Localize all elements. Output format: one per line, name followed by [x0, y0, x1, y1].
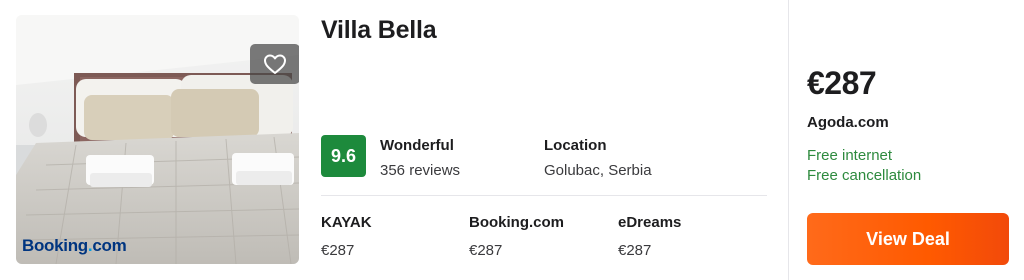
view-deal-button[interactable]: View Deal: [807, 213, 1009, 265]
provider-price[interactable]: €287: [321, 242, 354, 259]
provider-price[interactable]: €287: [469, 242, 502, 259]
amenity-free-internet: Free internet: [807, 147, 893, 164]
divider: [321, 195, 767, 196]
provider-name[interactable]: Booking.com: [469, 214, 564, 231]
provider-name[interactable]: KAYAK: [321, 214, 372, 231]
rating-label: Wonderful: [380, 137, 454, 154]
deal-price: €287: [807, 65, 877, 101]
location-label: Location: [544, 137, 607, 154]
heart-icon: [264, 54, 286, 74]
column-separator: [788, 0, 789, 280]
hotel-result-card[interactable]: Booking.com Villa Bella 9.6 Wonderful 35…: [0, 0, 1024, 280]
provider-name[interactable]: eDreams: [618, 214, 681, 231]
hotel-photo[interactable]: [16, 15, 299, 264]
deal-site: Agoda.com: [807, 114, 889, 131]
review-count[interactable]: 356 reviews: [380, 162, 460, 179]
hotel-name[interactable]: Villa Bella: [321, 16, 437, 45]
favorite-button[interactable]: [250, 44, 299, 84]
rating-score-badge: 9.6: [321, 135, 366, 177]
amenity-free-cancellation: Free cancellation: [807, 167, 922, 184]
provider-price[interactable]: €287: [618, 242, 651, 259]
booking-logo: Booking.com: [22, 236, 127, 255]
location-value: Golubac, Serbia: [544, 162, 652, 179]
